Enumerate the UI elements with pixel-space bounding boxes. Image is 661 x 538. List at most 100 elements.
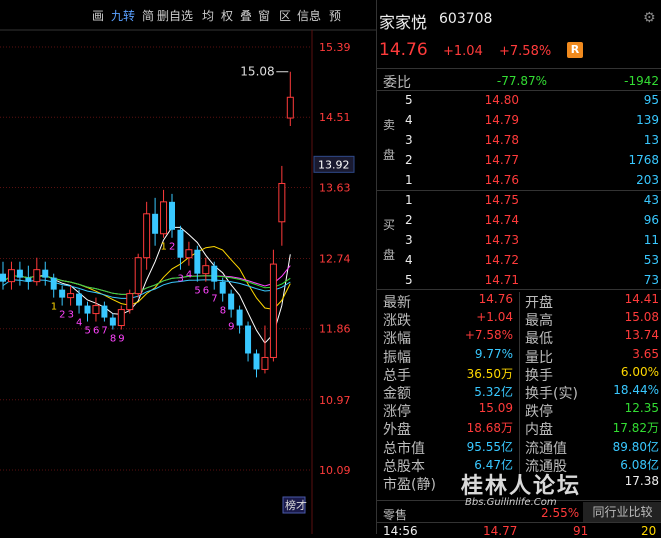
nine-turn-number: 2 <box>59 310 65 321</box>
toolbar-item-10[interactable]: 预 <box>329 7 341 24</box>
sell-level-number: 5 <box>405 93 413 107</box>
stat-label: 内盘 <box>525 422 553 439</box>
stat-value: 13.74 <box>624 328 659 343</box>
buy-level-price: 14.75 <box>484 193 519 207</box>
price-tick-label: 14.51 <box>319 111 351 124</box>
weibi-label: 委比 <box>383 75 411 91</box>
candle-body <box>7 269 15 283</box>
buy-level-row[interactable]: 4 14.72 53 <box>377 250 661 270</box>
toolbar-item-6[interactable]: 叠 <box>240 7 252 24</box>
sell-level-row[interactable]: 3 14.78 13 <box>377 130 661 150</box>
nine-turn-number: 3 <box>177 274 183 285</box>
candle-body <box>177 229 184 258</box>
toolbar-item-3[interactable]: 删自选 <box>157 7 193 24</box>
stat-label: 最新 <box>383 295 411 311</box>
nine-turn-number: 3 <box>68 310 74 321</box>
toolbar-item-1[interactable]: 九转 <box>111 7 135 24</box>
stats-divider <box>519 292 520 492</box>
buy-level-row[interactable]: 2 14.74 96 <box>377 210 661 230</box>
price-tick-label: 13.63 <box>319 181 351 194</box>
divider <box>377 522 661 523</box>
sell-level-row[interactable]: 5 14.80 95 <box>377 90 661 110</box>
nine-turn-number: 2 <box>169 242 175 253</box>
candle-body <box>152 213 159 234</box>
candle-body <box>67 293 75 299</box>
sell-level-price: 14.80 <box>484 93 519 107</box>
settings-gear-icon[interactable]: ⚙ <box>643 10 656 26</box>
stat-value: 6.00% <box>620 364 659 379</box>
sell-level-price: 14.78 <box>484 133 519 147</box>
stat-value: 18.44% <box>613 383 659 397</box>
candle-body <box>236 309 243 326</box>
stat-value: 15.09 <box>478 401 513 416</box>
price-tick-label: 12.74 <box>319 253 351 266</box>
buy-level-row[interactable]: 3 14.73 11 <box>377 230 661 250</box>
toolbar-item-2[interactable]: 简 <box>142 7 154 24</box>
candle-body <box>50 277 57 290</box>
buy-level-row[interactable]: 5 14.71 73 <box>377 270 661 290</box>
price-change-pct: +7.58% <box>499 44 552 59</box>
chart-tag-label: 榜才 <box>285 498 307 512</box>
weibi-diff: -1942 <box>624 74 659 88</box>
current-price-label: 13.92 <box>318 158 350 171</box>
candle-body <box>169 201 175 230</box>
sell-level-row[interactable]: 2 14.77 1768 <box>377 150 661 170</box>
price-change: +1.04 <box>443 44 483 59</box>
industry-pct: 2.55% <box>541 506 580 520</box>
sell-level-volume: 139 <box>636 113 659 127</box>
divider <box>377 289 661 290</box>
nine-turn-number: 8 <box>220 306 226 317</box>
toolbar-item-7[interactable]: 窗 <box>258 7 270 24</box>
trade-extra: 20 <box>641 524 657 538</box>
compare-industry-button[interactable]: 同行业比较 <box>583 502 661 522</box>
stock-code: 603708 <box>439 11 493 27</box>
high-price-label: 15.08 <box>240 65 274 79</box>
chart-toolbar: 画九转简删自选均权叠窗区信息预 <box>0 0 376 30</box>
quote-panel: 家家悦 603708 ⚙ 14.76 +1.04 +7.58% R 委比 -77… <box>376 0 661 538</box>
stat-label: 总市值 <box>383 440 425 457</box>
toolbar-item-0[interactable]: 画 <box>92 7 104 24</box>
stat-value: 17.82万 <box>612 421 659 436</box>
nine-turn-number: 9 <box>228 322 234 333</box>
buy-level-row[interactable]: 1 14.75 43 <box>377 190 661 210</box>
candle-body <box>76 293 83 306</box>
trade-volume: 91 <box>573 524 589 538</box>
buy-level-volume: 11 <box>643 233 659 247</box>
candle-body <box>211 265 218 282</box>
sell-level-row[interactable]: 4 14.79 139 <box>377 110 661 130</box>
kline-chart-area[interactable]: 15.39 14.51 13.63 12.74 11.86 10.97 10.09 1 2 3 4 5… <box>0 0 376 534</box>
industry-label: 零售 <box>383 508 408 522</box>
nine-turn-number: 5 <box>85 326 91 337</box>
nine-turn-number: 9 <box>118 334 124 345</box>
stat-label: 流通值 <box>525 440 567 457</box>
buy-level-price: 14.74 <box>484 213 519 227</box>
nine-turn-number: 4 <box>76 318 82 329</box>
sell-level-volume: 203 <box>636 173 659 187</box>
stat-value: +1.04 <box>476 310 513 325</box>
candle-body <box>117 309 125 327</box>
sell-level-volume: 13 <box>643 133 659 147</box>
stock-name: 家家悦 <box>379 13 428 32</box>
stat-value: 15.08 <box>624 310 659 325</box>
buy-level-price: 14.71 <box>484 273 519 287</box>
kline-chart[interactable]: 15.3914.5113.6312.7411.8610.9710.0912 345… <box>0 0 376 534</box>
sell-level-row[interactable]: 1 14.76 203 <box>377 170 661 190</box>
sell-level-volume: 95 <box>643 93 659 107</box>
candle-body <box>42 269 49 278</box>
watermark-url: Bbs.Guilinlife.Com <box>465 497 557 508</box>
toolbar-item-5[interactable]: 权 <box>221 7 233 24</box>
candle-body <box>126 293 134 311</box>
stat-label: 涨幅 <box>383 331 411 348</box>
stat-label: 总手 <box>383 367 411 384</box>
rating-badge[interactable]: R <box>567 42 583 58</box>
toolbar-item-8[interactable]: 区 <box>279 7 291 24</box>
toolbar-item-9[interactable]: 信息 <box>297 7 321 24</box>
price-tick-label: 10.09 <box>319 464 351 477</box>
toolbar-item-4[interactable]: 均 <box>202 7 214 24</box>
weibi-pct: -77.87% <box>496 74 547 88</box>
nine-turn-number: 6 <box>203 286 209 297</box>
candle-body <box>160 201 168 235</box>
sell-level-price: 14.76 <box>484 173 519 187</box>
candle-body <box>101 305 108 318</box>
stat-label: 市盈(静) <box>383 477 436 493</box>
